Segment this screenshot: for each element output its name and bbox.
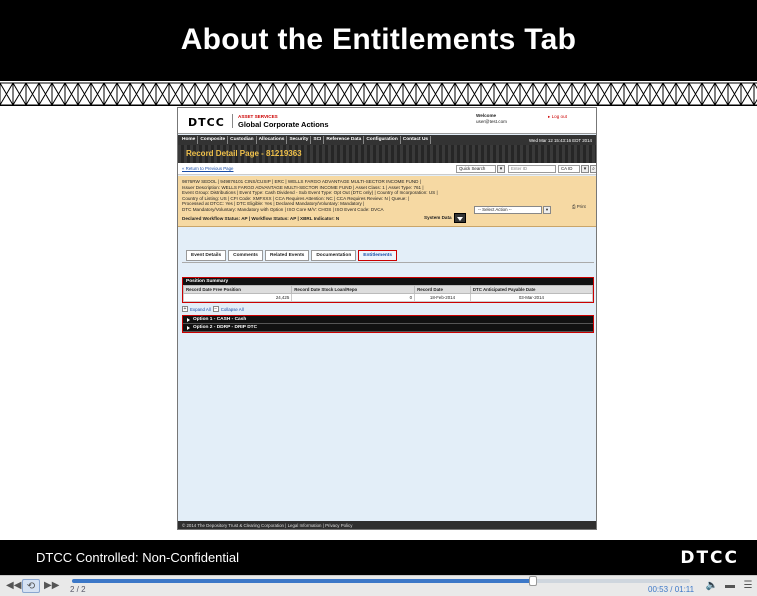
service-line1: ASSET SERVICES	[238, 114, 278, 119]
quick-search-label: Quick Search	[459, 166, 486, 171]
main-nav: Home Composite Custodian Allocations Sec…	[178, 135, 596, 145]
quick-search-dropdown-icon[interactable]: ▾	[497, 165, 505, 173]
expand-collapse-controls: + Expand All − Collapse All	[182, 306, 244, 312]
system-data-label: System Data	[424, 215, 452, 220]
logo-divider	[232, 114, 233, 128]
previous-icon[interactable]: ◀◀	[6, 579, 21, 593]
tab-related-events[interactable]: Related Events	[264, 250, 310, 261]
slide-count: 2 / 2	[70, 585, 86, 594]
classification-text: DTCC Controlled: Non-Confidential	[36, 550, 240, 565]
sub-toolbar: « Return to Previous Page Quick Search ▾…	[178, 163, 596, 175]
print-label: Print	[576, 204, 586, 209]
menu-icon[interactable]: ☰	[741, 579, 755, 593]
progress-handle[interactable]	[529, 576, 538, 586]
ca-id-dropdown-icon[interactable]: ▾	[581, 165, 589, 173]
table-cell: 03-Mar-2014	[469, 293, 594, 302]
detail-tabs: Event Details Comments Related Events Do…	[186, 250, 398, 261]
replay-icon[interactable]: ⟲	[22, 579, 40, 593]
option-label: Option 2 - DDRP - DRIP DTC	[193, 324, 258, 330]
playbar-toggle-icon[interactable]: ▬	[723, 579, 737, 593]
ca-id-select[interactable]: CA ID	[558, 165, 580, 173]
truss-pattern	[0, 82, 757, 105]
tab-documentation[interactable]: Documentation	[311, 250, 357, 261]
position-summary: Position Summary Record Date Free Positi…	[182, 277, 594, 303]
header-date: Wed Mar 12 15:43:16 EDT 2014	[528, 137, 592, 143]
expand-arrow-icon	[187, 317, 190, 322]
event-info-panel: 9876RW SEDOL | 949876101 CINS/CUSIP | ER…	[178, 176, 596, 227]
player-controls: ◀◀ ⟲ ▶▶ 2 / 2 00:53 / 01:11 🔈 ▬ ☰	[0, 575, 757, 596]
system-data-toggle-icon[interactable]	[454, 213, 466, 223]
service-line2: Global Corporate Actions	[238, 120, 329, 129]
slide-title: About the Entitlements Tab	[180, 23, 577, 56]
expand-all-link[interactable]: Expand All	[190, 307, 211, 312]
column-header: Record Date Stock Loan/Repo	[291, 285, 416, 294]
page-title: Record Detail Page - 81219363	[186, 149, 302, 158]
time-display: 00:53 / 01:11	[648, 585, 695, 594]
app-screenshot: DTCC ASSET SERVICES Global Corporate Act…	[177, 107, 597, 530]
volume-icon[interactable]: 🔈	[705, 579, 719, 593]
progress-track[interactable]	[72, 576, 690, 586]
welcome: Welcome user@test.com	[476, 113, 507, 125]
nav-home[interactable]: Home	[180, 136, 199, 144]
column-header: DTC Anticipated Payable Date	[469, 285, 594, 294]
column-header: Record Date	[414, 285, 471, 294]
expand-arrow-icon	[187, 325, 190, 330]
option-row-2[interactable]: Option 2 - DDRP - DRIP DTC	[183, 324, 593, 332]
app-logo: DTCC	[188, 116, 225, 129]
table-cell: 18-Feb-2014	[414, 293, 471, 302]
nav-reference-data[interactable]: Reference Data	[324, 136, 365, 144]
expand-icon[interactable]: +	[182, 306, 188, 312]
enter-id-input[interactable]: Enter ID	[508, 165, 556, 173]
app-header: DTCC ASSET SERVICES Global Corporate Act…	[178, 108, 596, 134]
welcome-user: user@test.com	[476, 119, 507, 124]
next-icon[interactable]: ▶▶	[44, 579, 59, 593]
truss-decoration	[0, 80, 757, 106]
tab-entitlements[interactable]: Entitlements	[358, 250, 398, 261]
select-action-dropdown[interactable]: -- Select Action --	[474, 206, 542, 214]
tab-comments[interactable]: Comments	[228, 250, 263, 261]
nav-allocations[interactable]: Allocations	[257, 136, 288, 144]
collapse-icon[interactable]: −	[212, 306, 219, 312]
nav-composite[interactable]: Composite	[198, 136, 229, 144]
collapse-all-link[interactable]: Collapse All	[221, 307, 244, 312]
position-summary-table: Record Date Free Position Record Date St…	[182, 285, 594, 302]
print-button[interactable]: ⎙ Print	[572, 204, 586, 210]
table-header-row: Record Date Free Position Record Date St…	[182, 285, 594, 294]
table-cell: 0	[291, 293, 416, 302]
record-title-bar: Record Detail Page - 81219363	[178, 145, 596, 163]
quick-search-select[interactable]: Quick Search	[456, 165, 496, 173]
table-cell: 24,425	[182, 293, 293, 302]
position-summary-title: Position Summary	[183, 278, 593, 285]
footer-logo: DTCC	[680, 547, 739, 568]
ca-id-label: CA ID	[561, 166, 573, 171]
nav-sci[interactable]: SCI	[311, 136, 325, 144]
slide: About the Entitlements Tab DTCC ASSET SE…	[0, 0, 757, 575]
select-action-go-icon[interactable]: ▾	[543, 206, 551, 214]
nav-contact-us[interactable]: Contact Us	[401, 136, 432, 144]
nav-custodian[interactable]: Custodian	[228, 136, 257, 144]
progress-fill	[72, 579, 534, 583]
truss-lines	[0, 82, 757, 105]
tab-divider	[182, 262, 594, 263]
logout-label: Log out	[551, 114, 567, 119]
nav-configuration[interactable]: Configuration	[364, 136, 401, 144]
search-icon[interactable]: ⌕	[590, 165, 596, 173]
slide-footer: DTCC Controlled: Non-Confidential DTCC	[0, 540, 757, 575]
workflow-line: Declared Workflow Status: AP | Workflow …	[182, 215, 340, 221]
table-row: 24,425 0 18-Feb-2014 03-Mar-2014	[182, 293, 594, 302]
title-bar: About the Entitlements Tab	[0, 0, 757, 80]
column-header: Record Date Free Position	[182, 285, 293, 294]
logout-link[interactable]: ▸ Log out	[548, 114, 567, 120]
nav-security[interactable]: Security	[287, 136, 312, 144]
enter-id-placeholder: Enter ID	[511, 166, 528, 171]
tab-event-details[interactable]: Event Details	[186, 250, 227, 261]
option-label: Option 1 - CASH - Cash	[193, 316, 247, 322]
options-list: Option 1 - CASH - Cash Option 2 - DDRP -…	[182, 315, 594, 333]
back-link[interactable]: « Return to Previous Page	[182, 166, 234, 171]
app-footer: © 2014 The Depository Trust & Clearing C…	[178, 521, 596, 529]
